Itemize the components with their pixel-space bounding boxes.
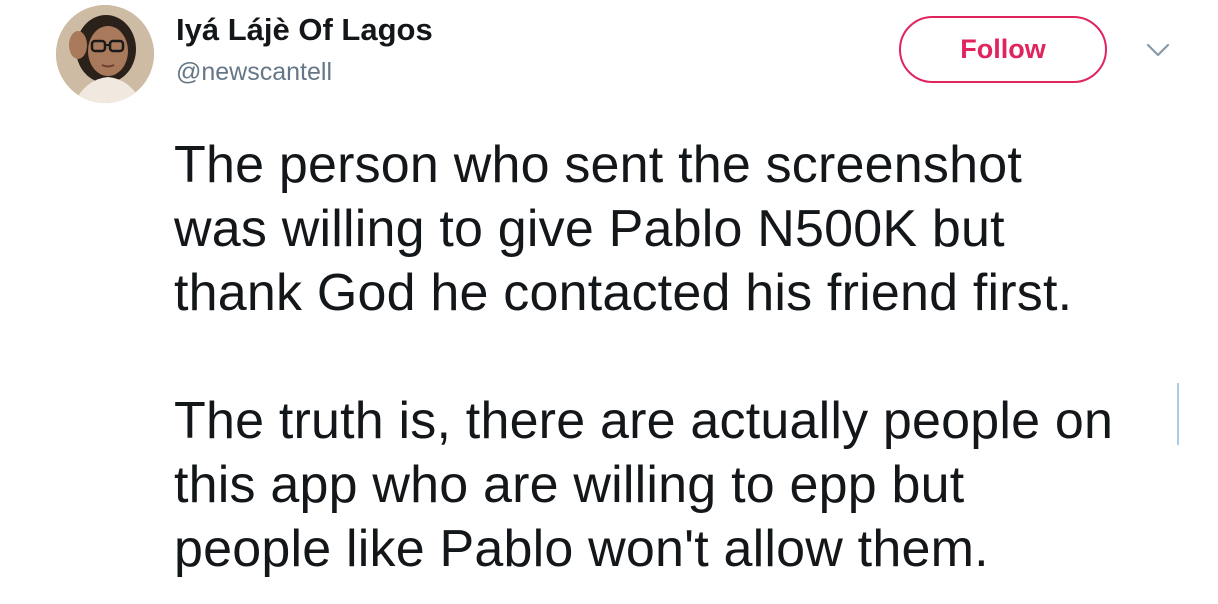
- tweet-line: was willing to give Pablo N500K but: [174, 200, 1005, 258]
- paragraph-break: [174, 325, 1204, 389]
- text-cursor: [1177, 383, 1179, 445]
- tweet-line: The truth is, there are actually people …: [174, 392, 1114, 450]
- tweet-line: thank God he contacted his friend first.: [174, 264, 1073, 322]
- tweet-line: people like Pablo won't allow them.: [174, 520, 989, 578]
- avatar[interactable]: [56, 5, 154, 103]
- chevron-down-icon[interactable]: [1143, 38, 1173, 62]
- profile-photo-icon: [56, 5, 154, 103]
- user-handle[interactable]: @newscantell: [176, 58, 332, 87]
- tweet-line: this app who are willing to epp but: [174, 456, 965, 514]
- display-name[interactable]: Iyá Lájè Of Lagos: [176, 12, 433, 48]
- tweet-text: The person who sent the screenshot was w…: [174, 133, 1204, 581]
- tweet-line: The person who sent the screenshot: [174, 136, 1022, 194]
- follow-button[interactable]: Follow: [899, 16, 1107, 83]
